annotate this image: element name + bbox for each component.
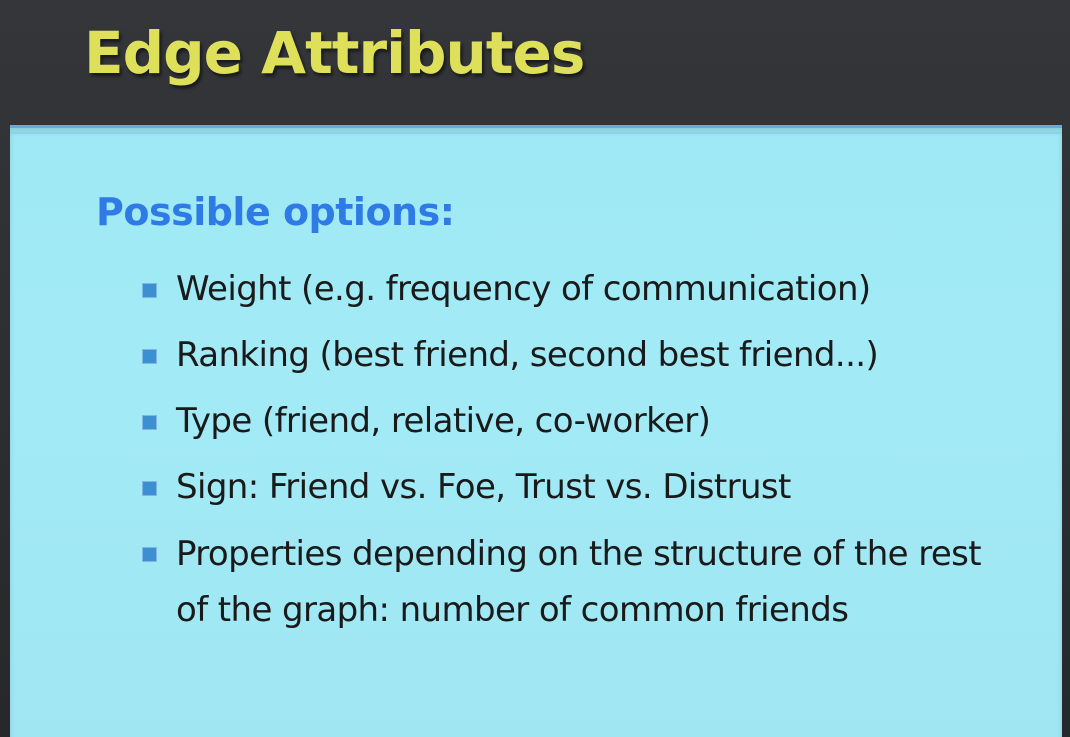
list-item: Sign: Friend vs. Foe, Trust vs. Distrust <box>140 460 1020 514</box>
list-item: Ranking (best friend, second best friend… <box>140 328 1020 382</box>
square-bullet-icon <box>142 547 157 562</box>
section-heading: Possible options: <box>96 190 455 234</box>
list-item: Weight (e.g. frequency of communication) <box>140 262 1020 316</box>
bullet-text-sign: Sign: Friend vs. Foe, Trust vs. Distrust <box>176 467 791 507</box>
bullet-text-type: Type (friend, relative, co-worker) <box>176 401 711 441</box>
square-bullet-icon <box>142 481 157 496</box>
bullet-text-ranking: Ranking (best friend, second best friend… <box>176 335 879 375</box>
square-bullet-icon <box>142 283 157 298</box>
bullet-text-properties-line2: of the graph: number of common friends <box>176 590 849 630</box>
content-panel: Possible options: Weight (e.g. frequency… <box>10 125 1062 737</box>
square-bullet-icon <box>142 415 157 430</box>
bullet-list: Weight (e.g. frequency of communication)… <box>140 262 1020 650</box>
list-item: Type (friend, relative, co-worker) <box>140 394 1020 448</box>
slide-screen: Edge Attributes Possible options: Weight… <box>0 0 1070 737</box>
list-item: Properties depending on the structure of… <box>140 526 1020 638</box>
slide-title: Edge Attributes <box>84 19 585 87</box>
bullet-text-properties-line1: Properties depending on the structure of… <box>176 534 982 574</box>
bullet-text-weight: Weight (e.g. frequency of communication) <box>176 269 871 309</box>
square-bullet-icon <box>142 349 157 364</box>
panel-divider <box>10 132 1062 134</box>
